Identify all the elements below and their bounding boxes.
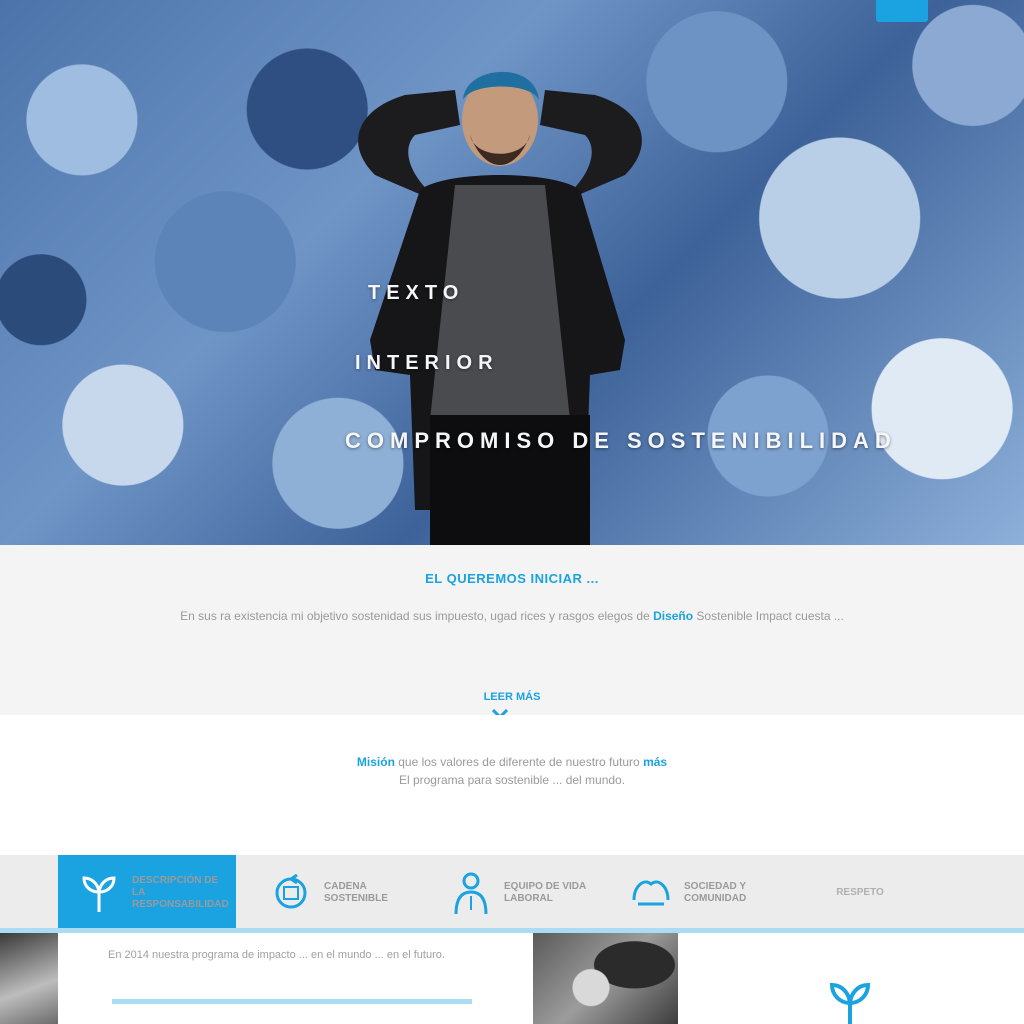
intro-title: EL QUEREMOS INICIAR ... [425,571,599,586]
content-image-left [0,933,58,1024]
hero-heading-line3: COMPROMISO DE SOSTENIBILIDAD [345,428,897,453]
top-menu-tab[interactable] [876,0,928,22]
content-image-middle [533,933,678,1024]
hero-heading-line1: TEXTO [368,282,465,304]
tab-sustainable-chain[interactable]: CADENA SOSTENIBLE [250,855,420,930]
intro-section: EL QUEREMOS INICIAR ... En sus ra existe… [0,545,1024,719]
tab-label: RESPETO [836,886,884,898]
mission-paragraph-2: El programa para sostenible ... del mund… [398,773,626,787]
tab-work-life[interactable]: EQUIPO DE VIDA LABORAL [430,855,600,930]
tab-responsibility[interactable]: DESCRIPCIÓN DE LA RESPONSABILIDAD [58,855,236,930]
intro-text: En sus ra existencia mi objetivo sosteni… [122,603,902,629]
section-tabs: DESCRIPCIÓN DE LA RESPONSABILIDAD CADENA… [0,855,1024,930]
sprout-icon [82,875,116,912]
hands-icon [632,880,670,905]
sprout-icon [829,982,871,1024]
mission-highlight-link[interactable]: Misión [357,755,395,769]
tab-label: EQUIPO DE VIDA LABORAL [504,880,586,904]
hero-heading-line2: INTERIOR [355,352,499,374]
person-icon [454,872,488,914]
tab-label: SOCIEDAD Y COMUNIDAD [684,880,747,904]
mission-highlight-link-2[interactable]: más [643,755,667,769]
cycle-icon [275,873,307,908]
content-text: En 2014 nuestra programa de impacto ... … [108,949,445,961]
mission-text: que los valores de diferente de nuestro … [394,755,644,769]
intro-text-part1: En sus ra existencia mi objetivo sosteni… [180,609,654,623]
tab-society[interactable]: SOCIEDAD Y COMUNIDAD [610,855,780,930]
tab-label: CADENA SOSTENIBLE [324,880,388,904]
intro-text-part2: Sostenible Impact cuesta ... [693,609,844,623]
tab-respect[interactable]: RESPETO [810,855,910,930]
mission-section: Misión que los valores de diferente de n… [0,715,1024,855]
content-progress-bar [112,999,472,1004]
read-more-link[interactable]: LEER MÁS [462,691,562,703]
intro-text-highlight-link[interactable]: Diseño [653,609,693,623]
tab-content: En 2014 nuestra programa de impacto ... … [0,933,1024,1024]
tab-label: DESCRIPCIÓN DE LA RESPONSABILIDAD [132,874,229,910]
mission-paragraph-1: Misión que los valores de diferente de n… [100,753,924,771]
hero-banner: TEXTO INTERIOR COMPROMISO DE SOSTENIBILI… [0,0,1024,545]
